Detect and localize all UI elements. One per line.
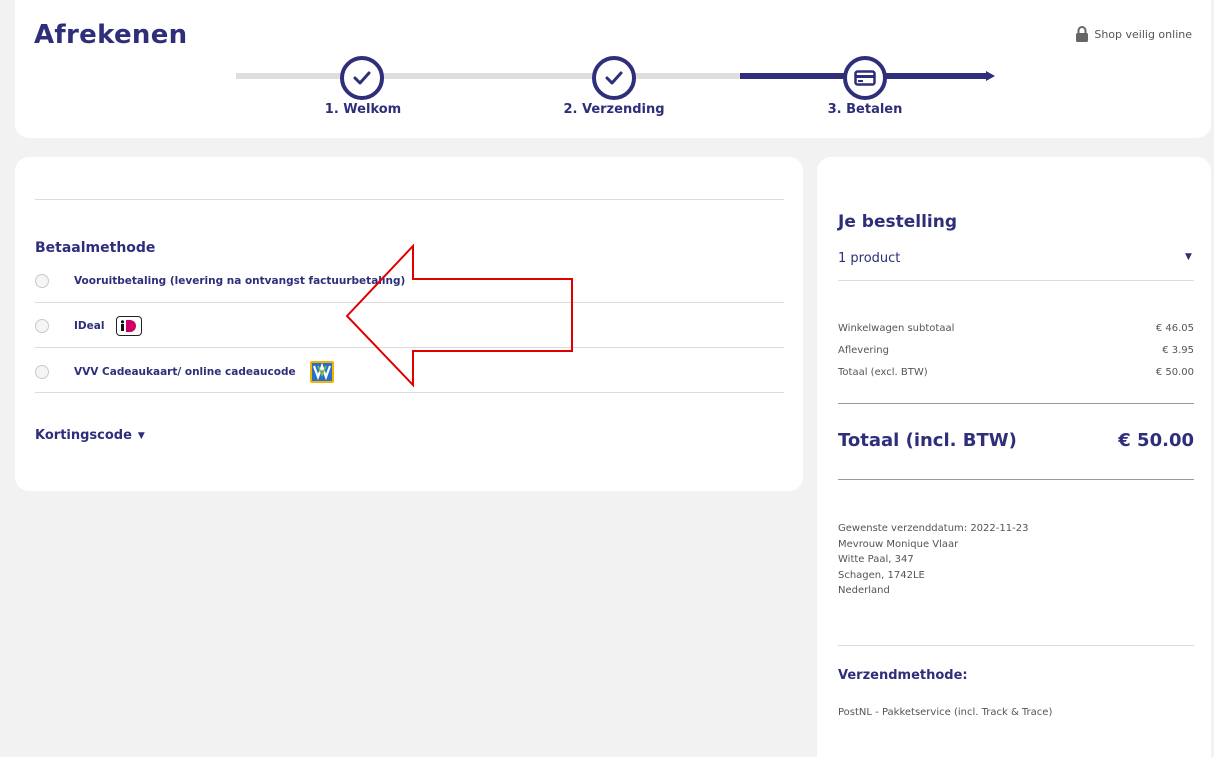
recipient-name: Mevrouw Monique Vlaar — [838, 538, 959, 550]
discount-code-label: Kortingscode — [35, 428, 132, 443]
divider — [35, 199, 784, 200]
summary-row-delivery: Aflevering € 3.95 — [838, 345, 1194, 356]
shipping-method: PostNL - Pakketservice (incl. Track & Tr… — [838, 707, 1053, 718]
country: Nederland — [838, 585, 890, 596]
order-summary-panel — [817, 157, 1211, 757]
step-1-label: 1. Welkom — [324, 102, 402, 117]
credit-card-icon — [854, 70, 876, 86]
step-1-circle — [340, 56, 384, 100]
radio-button[interactable] — [35, 274, 49, 288]
divider — [838, 479, 1194, 480]
step-2-label: 2. Verzending — [563, 102, 665, 117]
summary-value: € 46.05 — [1155, 323, 1194, 334]
divider — [35, 392, 784, 393]
radio-button[interactable] — [35, 365, 49, 379]
order-title: Je bestelling — [838, 212, 957, 232]
stepper-arrowhead — [986, 71, 995, 81]
summary-label: Totaal (excl. BTW) — [838, 367, 928, 378]
chevron-down-icon: ▼ — [137, 430, 145, 441]
lock-icon — [1075, 26, 1089, 42]
chevron-down-icon[interactable]: ▼ — [1185, 252, 1192, 262]
summary-row-total-incl: Totaal (incl. BTW) € 50.00 — [838, 430, 1194, 451]
step-2-circle — [592, 56, 636, 100]
divider — [838, 280, 1194, 281]
payment-option-vvv[interactable]: VVV Cadeaukaart/ online cadeaucode — [35, 361, 334, 383]
step-3-label: 3. Betalen — [827, 102, 903, 117]
summary-row-subtotal: Winkelwagen subtotaal € 46.05 — [838, 323, 1194, 334]
radio-button[interactable] — [35, 319, 49, 333]
divider — [838, 403, 1194, 404]
secure-label: Shop veilig online — [1094, 27, 1192, 41]
total-label: Totaal (incl. BTW) — [838, 430, 1017, 451]
delivery-date: Gewenste verzenddatum: 2022-11-23 — [838, 523, 1029, 534]
summary-label: Winkelwagen subtotaal — [838, 323, 955, 334]
city-postcode: Schagen, 1742LE — [838, 569, 925, 581]
page-title: Afrekenen — [34, 20, 188, 50]
summary-value: € 50.00 — [1155, 367, 1194, 378]
ideal-logo-icon — [116, 316, 143, 336]
product-count: 1 product — [838, 251, 901, 266]
street-address: Witte Paal, 347 — [838, 554, 914, 565]
shipping-method-title: Verzendmethode: — [838, 668, 968, 683]
total-value: € 50.00 — [1118, 430, 1194, 451]
secure-shopping-badge: Shop veilig online — [1075, 26, 1192, 42]
shipping-address: Gewenste verzenddatum: 2022-11-23 Mevrou… — [838, 521, 1028, 599]
discount-code-toggle[interactable]: Kortingscode ▼ — [35, 428, 145, 443]
summary-label: Aflevering — [838, 345, 889, 356]
stepper-track-completed — [236, 73, 740, 79]
divider — [838, 645, 1194, 646]
payment-option-label: IDeal — [74, 320, 105, 332]
summary-row-total-excl: Totaal (excl. BTW) € 50.00 — [838, 367, 1194, 378]
vvv-logo-icon — [309, 361, 334, 383]
summary-value: € 3.95 — [1162, 345, 1194, 356]
payment-option-label: VVV Cadeaukaart/ online cadeaucode — [74, 366, 296, 378]
step-3-circle — [843, 56, 887, 100]
payment-option-ideal[interactable]: IDeal — [35, 316, 143, 336]
annotation-arrow-icon — [345, 243, 573, 388]
check-icon — [605, 71, 623, 85]
payment-method-title: Betaalmethode — [35, 240, 156, 256]
check-icon — [353, 71, 371, 85]
